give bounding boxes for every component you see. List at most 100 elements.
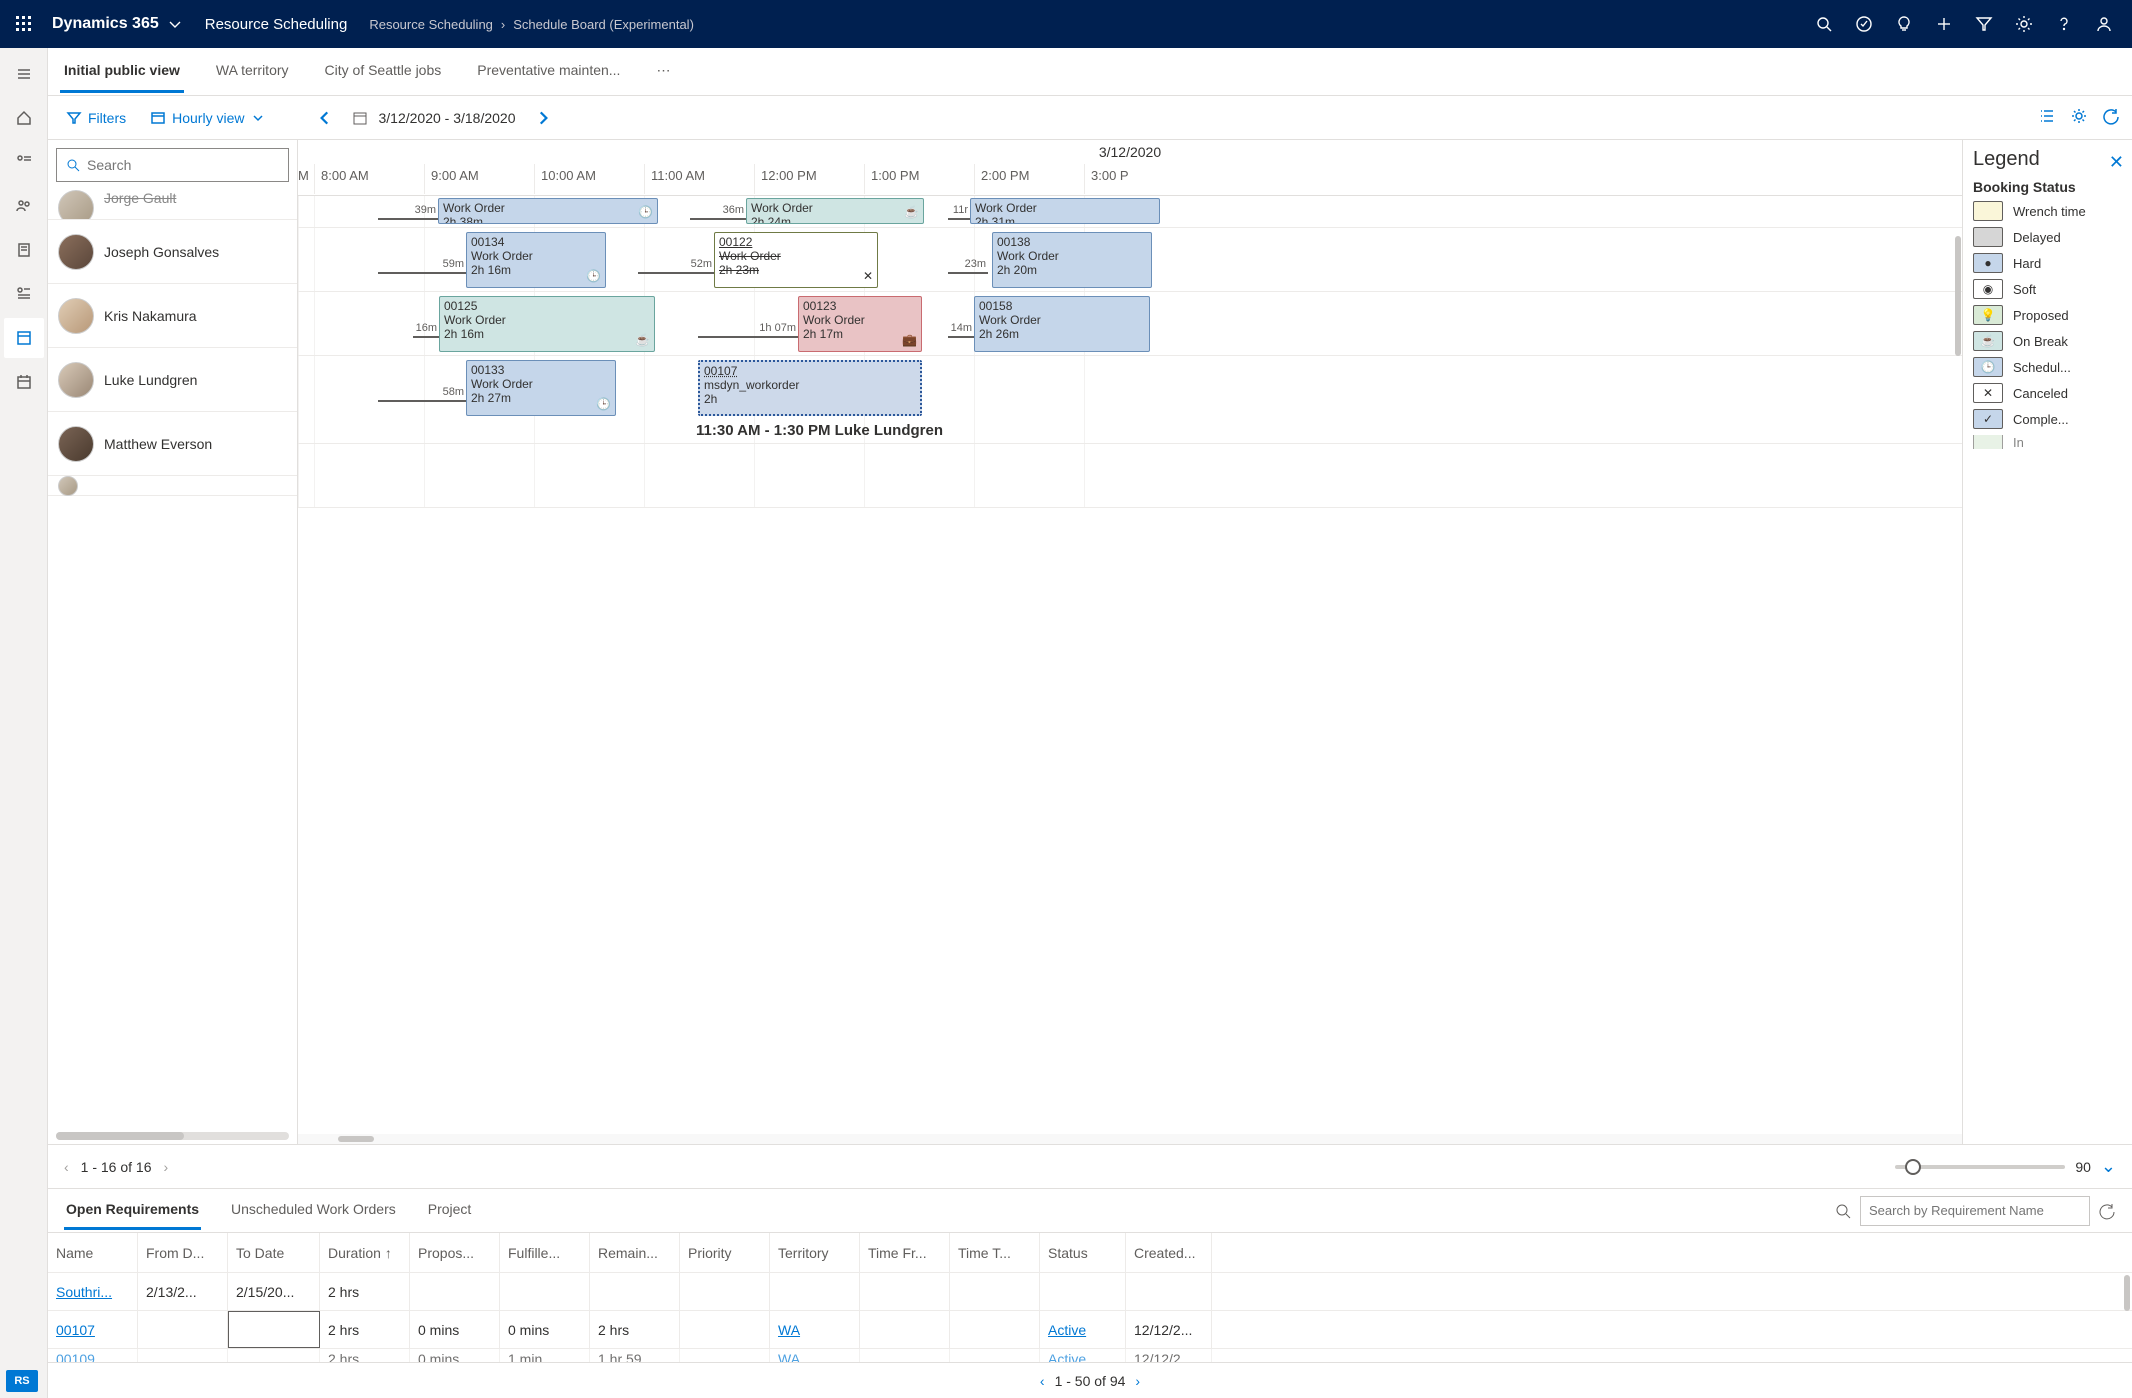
lightbulb-icon[interactable]: [1884, 4, 1924, 44]
refresh-icon[interactable]: [2102, 107, 2120, 128]
home-icon[interactable]: [4, 98, 44, 138]
grid-cell[interactable]: Active: [1040, 1349, 1126, 1362]
resource-row[interactable]: Luke Lundgren: [48, 348, 297, 412]
tab-preventative[interactable]: Preventative mainten...: [473, 50, 624, 93]
booking-card[interactable]: 00133Work Order2h 27m🕒: [466, 360, 616, 416]
booking-card[interactable]: 00122Work Order2h 23m✕: [714, 232, 878, 288]
breadcrumb-item[interactable]: Resource Scheduling: [369, 17, 493, 32]
column-header[interactable]: Time Fr...: [860, 1233, 950, 1272]
chevron-down-icon[interactable]: ⌄: [2101, 1156, 2116, 1177]
prev-page-icon[interactable]: ‹: [1040, 1373, 1045, 1389]
column-header[interactable]: Territory: [770, 1233, 860, 1272]
schedule-board-icon[interactable]: [4, 318, 44, 358]
filters-button[interactable]: Filters: [60, 106, 132, 130]
grid-row[interactable]: Southri...2/13/2...2/15/20...2 hrs: [48, 1273, 2132, 1311]
grid-cell[interactable]: WA: [770, 1311, 860, 1348]
column-header[interactable]: Remain...: [590, 1233, 680, 1272]
area-name[interactable]: Resource Scheduling: [205, 16, 348, 33]
people-icon[interactable]: [4, 186, 44, 226]
app-name[interactable]: Dynamics 365: [52, 15, 183, 33]
close-icon[interactable]: ✕: [2109, 152, 2124, 173]
search-input[interactable]: [87, 157, 280, 173]
search-icon[interactable]: [1804, 4, 1844, 44]
grid-row[interactable]: 001092 hrs0 mins1 min1 hr 59WAActive12/1…: [48, 1349, 2132, 1362]
column-header[interactable]: Time T...: [950, 1233, 1040, 1272]
horizontal-scrollbar[interactable]: [56, 1132, 289, 1140]
booking-card[interactable]: 00125Work Order2h 16m☕: [439, 296, 655, 352]
add-icon[interactable]: [1924, 4, 1964, 44]
slider-knob[interactable]: [1905, 1159, 1921, 1175]
user-icon[interactable]: [2084, 4, 2124, 44]
filter-icon[interactable]: [1964, 4, 2004, 44]
column-header[interactable]: Name: [48, 1233, 138, 1272]
column-header[interactable]: Created...: [1126, 1233, 1212, 1272]
column-header[interactable]: To Date: [228, 1233, 320, 1272]
list-icon[interactable]: [2038, 107, 2056, 128]
zoom-slider[interactable]: 90 ⌄: [1895, 1156, 2116, 1177]
column-header[interactable]: Priority: [680, 1233, 770, 1272]
resource-row[interactable]: Jorge Gault: [48, 190, 297, 220]
booking-card[interactable]: 00134Work Order2h 16m🕒: [466, 232, 606, 288]
grid-vscroll[interactable]: [2124, 1275, 2130, 1311]
timeline-row[interactable]: 16m00125Work Order2h 16m☕1h 07m00123Work…: [298, 292, 1962, 356]
booking-card[interactable]: 00107msdyn_workorder2h: [698, 360, 922, 416]
booking-card[interactable]: Work Order2h 38m🕒: [438, 198, 658, 224]
tab-city-seattle[interactable]: City of Seattle jobs: [321, 50, 446, 93]
tab-open-requirements[interactable]: Open Requirements: [64, 1191, 201, 1230]
clipboard-icon[interactable]: [4, 230, 44, 270]
refresh-icon[interactable]: [2098, 1202, 2116, 1220]
timeline-row[interactable]: 58m00133Work Order2h 27m🕒00107msdyn_work…: [298, 356, 1962, 444]
resource-list-icon[interactable]: [4, 274, 44, 314]
breadcrumb-item[interactable]: Schedule Board (Experimental): [513, 17, 694, 32]
view-selector[interactable]: Hourly view: [144, 106, 272, 130]
next-page-icon[interactable]: ›: [1135, 1373, 1140, 1389]
gear-icon[interactable]: [2004, 4, 2044, 44]
more-tabs-icon[interactable]: ⋯: [652, 50, 674, 94]
tab-wa-territory[interactable]: WA territory: [212, 50, 293, 93]
prev-page-icon[interactable]: ‹: [64, 1159, 69, 1175]
grid-cell[interactable]: 00107: [48, 1311, 138, 1348]
booking-card[interactable]: 00123Work Order2h 17m💼: [798, 296, 922, 352]
search-icon[interactable]: [1834, 1202, 1852, 1220]
help-icon[interactable]: [2044, 4, 2084, 44]
gear-icon[interactable]: [2070, 107, 2088, 128]
resource-row[interactable]: [48, 476, 297, 496]
column-header[interactable]: Duration↑: [320, 1233, 410, 1272]
area-badge[interactable]: RS: [6, 1370, 38, 1392]
timeline-vscroll[interactable]: [1954, 196, 1962, 1144]
tab-unscheduled-wo[interactable]: Unscheduled Work Orders: [229, 1191, 398, 1230]
tab-initial-public-view[interactable]: Initial public view: [60, 50, 184, 93]
column-header[interactable]: Fulfille...: [500, 1233, 590, 1272]
booking-card[interactable]: 00158Work Order2h 26m: [974, 296, 1150, 352]
app-launcher-icon[interactable]: [8, 8, 40, 40]
requirement-search-input[interactable]: [1860, 1196, 2090, 1226]
grid-cell[interactable]: Active: [1040, 1311, 1126, 1348]
calendar-icon[interactable]: [4, 362, 44, 402]
date-range-picker[interactable]: 3/12/2020 - 3/18/2020: [352, 110, 515, 126]
column-header[interactable]: Status: [1040, 1233, 1126, 1272]
hamburger-icon[interactable]: [4, 54, 44, 94]
timeline-body[interactable]: 39mWork Order2h 38m🕒36mWork Order2h 24m☕…: [298, 196, 1962, 1134]
column-header[interactable]: Propos...: [410, 1233, 500, 1272]
prev-range-button[interactable]: [310, 105, 340, 131]
next-range-button[interactable]: [528, 105, 558, 131]
resource-row[interactable]: Joseph Gonsalves: [48, 220, 297, 284]
timeline-row[interactable]: 39mWork Order2h 38m🕒36mWork Order2h 24m☕…: [298, 196, 1962, 228]
grid-cell[interactable]: 00109: [48, 1349, 138, 1362]
timeline-hscroll[interactable]: [298, 1134, 1962, 1144]
resource-row[interactable]: Kris Nakamura: [48, 284, 297, 348]
timeline-row[interactable]: [298, 444, 1962, 508]
grid-cell[interactable]: WA: [770, 1349, 860, 1362]
booking-card[interactable]: Work Order2h 24m☕: [746, 198, 924, 224]
booking-card[interactable]: 00138Work Order2h 20m: [992, 232, 1152, 288]
timeline-row[interactable]: 59m00134Work Order2h 16m🕒52m00122Work Or…: [298, 228, 1962, 292]
task-icon[interactable]: [1844, 4, 1884, 44]
resource-row[interactable]: Matthew Everson: [48, 412, 297, 476]
grid-row[interactable]: 001072 hrs0 mins0 mins2 hrsWAActive12/12…: [48, 1311, 2132, 1349]
resource-search[interactable]: [56, 148, 289, 182]
column-header[interactable]: From D...: [138, 1233, 228, 1272]
booking-card[interactable]: Work Order2h 31m: [970, 198, 1160, 224]
tab-project[interactable]: Project: [426, 1191, 474, 1230]
grid-cell[interactable]: Southri...: [48, 1273, 138, 1310]
people-list-icon[interactable]: [4, 142, 44, 182]
